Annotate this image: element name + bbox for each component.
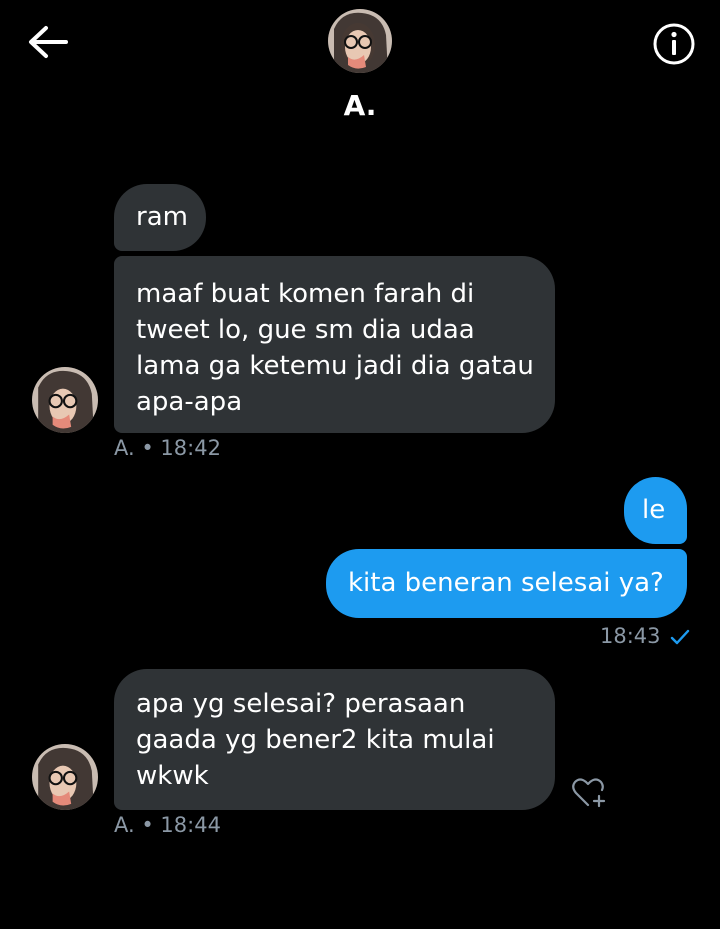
info-button[interactable] <box>652 22 696 66</box>
message-bubble-incoming[interactable]: ram <box>114 184 206 251</box>
check-icon <box>671 629 690 645</box>
message-meta: A. • 18:42 <box>114 436 221 460</box>
sender-avatar[interactable] <box>32 744 98 810</box>
message-line: lama ga ketemu jadi dia gatau <box>136 351 534 381</box>
avatar-image <box>32 367 98 433</box>
avatar-image <box>32 744 98 810</box>
message-bubble-incoming[interactable]: apa yg selesai? perasaan gaada yg bener2… <box>114 669 555 810</box>
message-meta: A. • 18:44 <box>114 813 221 837</box>
message-line: apa yg selesai? perasaan <box>136 689 466 719</box>
message-line: apa-apa <box>136 387 243 417</box>
message-line: tweet lo, gue sm dia udaa <box>136 315 475 345</box>
message-time: 18:43 <box>600 624 661 648</box>
arrow-left-icon <box>29 26 68 58</box>
conversation-header: A. <box>0 0 720 150</box>
message-bubble-outgoing[interactable]: kita beneran selesai ya? <box>326 549 687 618</box>
message-meta: 18:43 <box>600 623 691 649</box>
message-text: ram <box>136 202 188 232</box>
message-line: maaf buat komen farah di <box>136 279 475 309</box>
message-bubble-outgoing[interactable]: le <box>624 477 687 544</box>
heart-plus-icon <box>572 778 606 808</box>
message-line: wkwk <box>136 761 209 791</box>
header-avatar[interactable] <box>328 9 392 73</box>
like-message-button[interactable] <box>570 774 610 810</box>
back-button[interactable] <box>26 24 70 60</box>
message-bubble-incoming[interactable]: maaf buat komen farah di tweet lo, gue s… <box>114 256 555 433</box>
conversation-title[interactable]: A. <box>0 88 720 124</box>
message-text: le <box>642 495 666 525</box>
message-text: kita beneran selesai ya? <box>348 568 664 598</box>
info-icon <box>653 23 695 65</box>
message-line: gaada yg bener2 kita mulai <box>136 725 495 755</box>
avatar-image <box>328 9 392 73</box>
sender-avatar[interactable] <box>32 367 98 433</box>
